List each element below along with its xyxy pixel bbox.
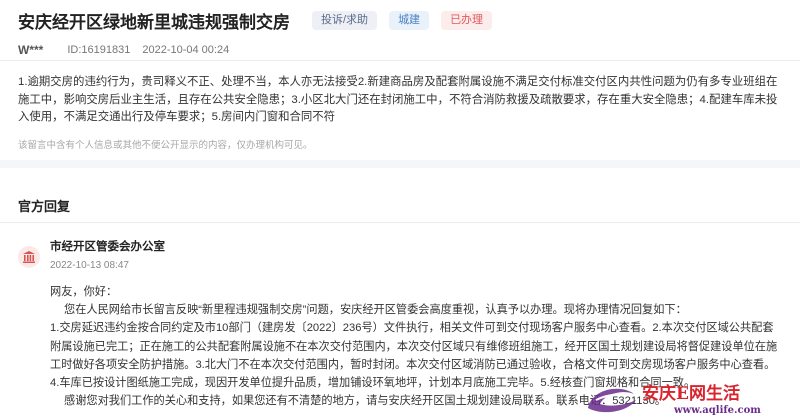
post-timestamp: 2022-10-04 00:24 — [142, 44, 230, 56]
post-header: 安庆经开区绿地新里城违规强制交房 投诉/求助 城建 已办理 W*** ID:16… — [18, 8, 782, 58]
header-divider — [0, 60, 800, 61]
government-building-icon — [18, 245, 40, 268]
site-watermark-logo: 安庆E网生活 www.aqlife.com — [588, 383, 761, 416]
status-badge: 已办理 — [441, 10, 493, 30]
title-row: 安庆经开区绿地新里城违规强制交房 投诉/求助 城建 已办理 — [18, 8, 782, 32]
author-name: W*** — [18, 43, 44, 57]
message-id: ID:16191831 — [67, 44, 131, 56]
reply-title-divider — [0, 222, 800, 223]
reply-paragraph: 您在人民网给市长留言反映“新里程违规强制交房”问题，安庆经开区管委会高度重视，认… — [64, 304, 687, 317]
watermark-brand: 安庆E网生活 — [642, 383, 740, 404]
category-tag[interactable]: 投诉/求助 — [312, 10, 378, 30]
reply-section-title: 官方回复 — [18, 199, 71, 214]
post-content: 1.逾期交房的违约行为，贵司释义不正、处理不当，本人亦无法接受2.新建商品房及配… — [18, 76, 778, 123]
org-name: 市经开区管委会办公室 — [50, 241, 165, 253]
watermark-url: www.aqlife.com — [673, 405, 761, 416]
section-divider — [0, 160, 800, 168]
reply-meta: 市经开区管委会办公室 2022-10-13 08:47 — [50, 240, 165, 273]
reply-greeting: 网友，你好： — [50, 286, 118, 298]
reply-header: 市经开区管委会办公室 2022-10-13 08:47 — [18, 240, 165, 273]
post-title: 安庆经开区绿地新里城违规强制交房 — [18, 12, 290, 32]
field-tag[interactable]: 城建 — [389, 10, 430, 30]
privacy-disclaimer: 该留言中含有个人信息或其他不便公开显示的内容，仅办理机构可见。 — [18, 140, 313, 151]
post-meta: W*** ID:16191831 2022-10-04 00:24 — [18, 42, 782, 58]
reply-timestamp: 2022-10-13 08:47 — [50, 260, 129, 271]
